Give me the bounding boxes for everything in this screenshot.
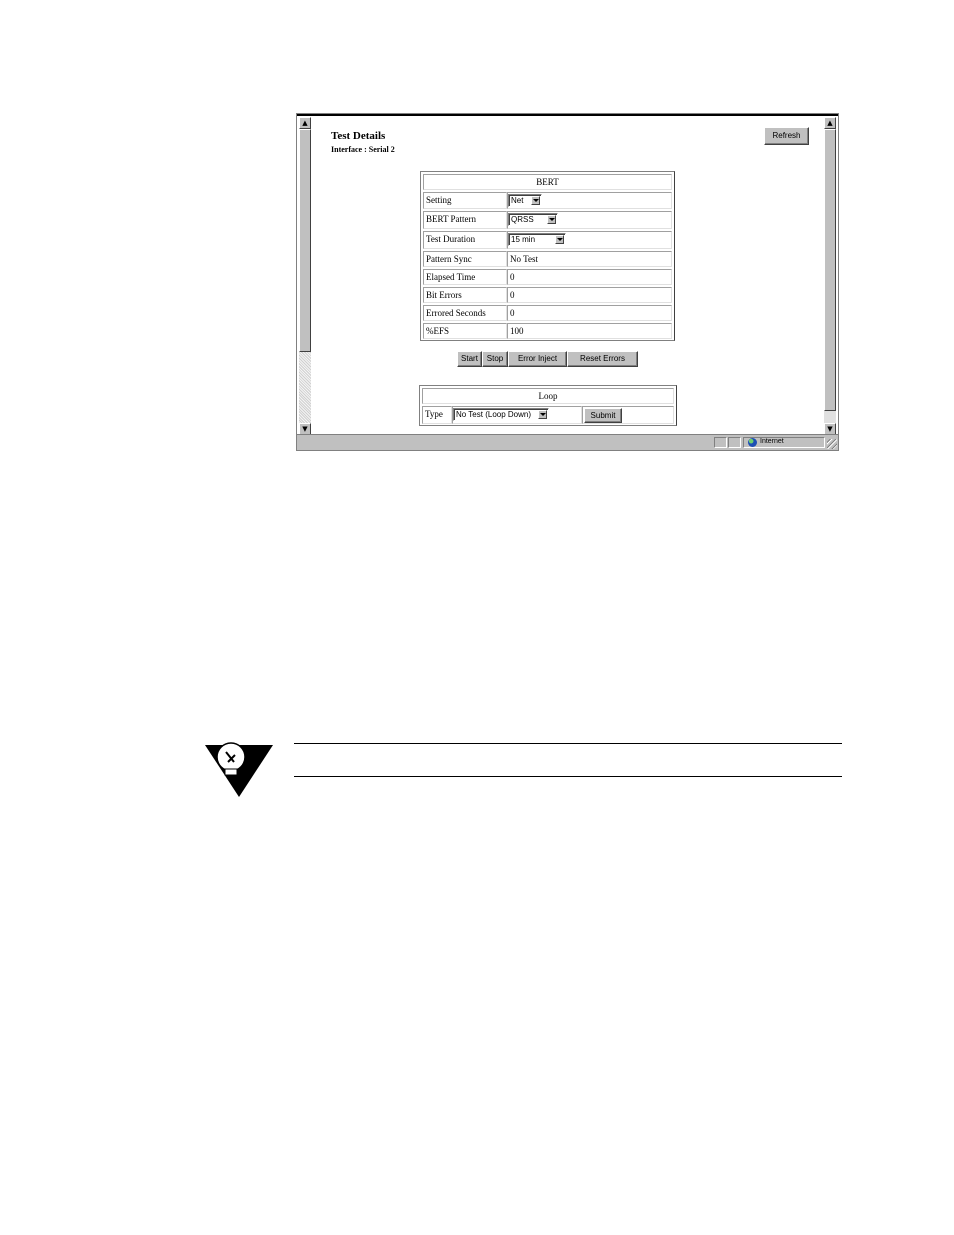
bert-pattern-value: QRSS bbox=[511, 215, 534, 224]
status-panel bbox=[728, 437, 741, 448]
loop-header: Loop bbox=[422, 388, 674, 404]
note-top-rule bbox=[294, 743, 842, 744]
setting-select[interactable]: Net bbox=[508, 194, 542, 207]
loop-type-label: Type bbox=[422, 406, 452, 424]
pattern-sync-label: Pattern Sync bbox=[423, 251, 507, 267]
scroll-thumb[interactable] bbox=[824, 129, 836, 411]
errored-seconds-value: 0 bbox=[507, 305, 672, 321]
bert-pattern-select[interactable]: QRSS bbox=[508, 213, 558, 226]
loop-type-select[interactable]: No Test (Loop Down) bbox=[453, 408, 549, 421]
globe-icon bbox=[748, 438, 757, 447]
elapsed-time-value: 0 bbox=[507, 269, 672, 285]
loop-submit-cell: Submit bbox=[582, 406, 674, 424]
chevron-down-icon[interactable] bbox=[547, 215, 556, 224]
submit-button[interactable]: Submit bbox=[584, 408, 622, 423]
bit-errors-label: Bit Errors bbox=[423, 287, 507, 303]
efs-value: 100 bbox=[507, 323, 672, 339]
start-button[interactable]: Start bbox=[457, 351, 482, 367]
test-duration-value: 15 min bbox=[511, 235, 536, 244]
test-duration-select[interactable]: 15 min bbox=[508, 233, 566, 246]
chevron-down-icon[interactable] bbox=[555, 235, 564, 244]
lightbulb-note-icon bbox=[205, 742, 273, 797]
setting-value: Net bbox=[511, 196, 524, 205]
setting-cell: Net bbox=[507, 192, 672, 209]
status-zone-label: Internet bbox=[760, 438, 784, 445]
loop-type-value: No Test (Loop Down) bbox=[456, 410, 531, 419]
page-title: Test Details bbox=[331, 130, 386, 142]
loop-type-cell: No Test (Loop Down) bbox=[452, 406, 582, 424]
resize-grip-icon[interactable] bbox=[827, 439, 837, 449]
elapsed-time-label: Elapsed Time bbox=[423, 269, 507, 285]
efs-label: %EFS bbox=[423, 323, 507, 339]
left-scrollbar[interactable]: ▲ ▼ bbox=[299, 117, 311, 435]
chevron-down-icon[interactable] bbox=[538, 410, 547, 419]
test-duration-label: Test Duration bbox=[423, 231, 507, 249]
scroll-thumb[interactable] bbox=[299, 129, 311, 352]
bit-errors-value: 0 bbox=[507, 287, 672, 303]
note-bottom-rule bbox=[294, 776, 842, 777]
refresh-button[interactable]: Refresh bbox=[764, 127, 809, 145]
stop-button[interactable]: Stop bbox=[482, 351, 508, 367]
bert-table: BERT Setting Net BERT Pattern QRSS Test … bbox=[420, 171, 675, 341]
scroll-up-icon[interactable]: ▲ bbox=[299, 117, 311, 129]
interface-label: Interface : Serial 2 bbox=[331, 145, 395, 154]
error-inject-button[interactable]: Error Inject bbox=[508, 351, 567, 367]
bert-pattern-label: BERT Pattern bbox=[423, 211, 507, 229]
bert-pattern-cell: QRSS bbox=[507, 211, 672, 229]
status-bar: Internet bbox=[297, 434, 838, 450]
status-panel bbox=[714, 437, 727, 448]
bert-header: BERT bbox=[423, 174, 672, 190]
reset-errors-button[interactable]: Reset Errors bbox=[567, 351, 638, 367]
chevron-down-icon[interactable] bbox=[531, 196, 540, 205]
errored-seconds-label: Errored Seconds bbox=[423, 305, 507, 321]
right-scrollbar[interactable]: ▲ ▼ bbox=[824, 117, 836, 435]
page-content: Test Details Interface : Serial 2 Refres… bbox=[311, 117, 824, 435]
pattern-sync-value: No Test bbox=[507, 251, 672, 267]
setting-label: Setting bbox=[423, 192, 507, 209]
loop-table: Loop Type No Test (Loop Down) Submit bbox=[419, 385, 677, 426]
browser-window: ▲ ▼ Test Details Interface : Serial 2 Re… bbox=[296, 113, 839, 451]
scroll-up-icon[interactable]: ▲ bbox=[824, 117, 836, 129]
test-duration-cell: 15 min bbox=[507, 231, 672, 249]
